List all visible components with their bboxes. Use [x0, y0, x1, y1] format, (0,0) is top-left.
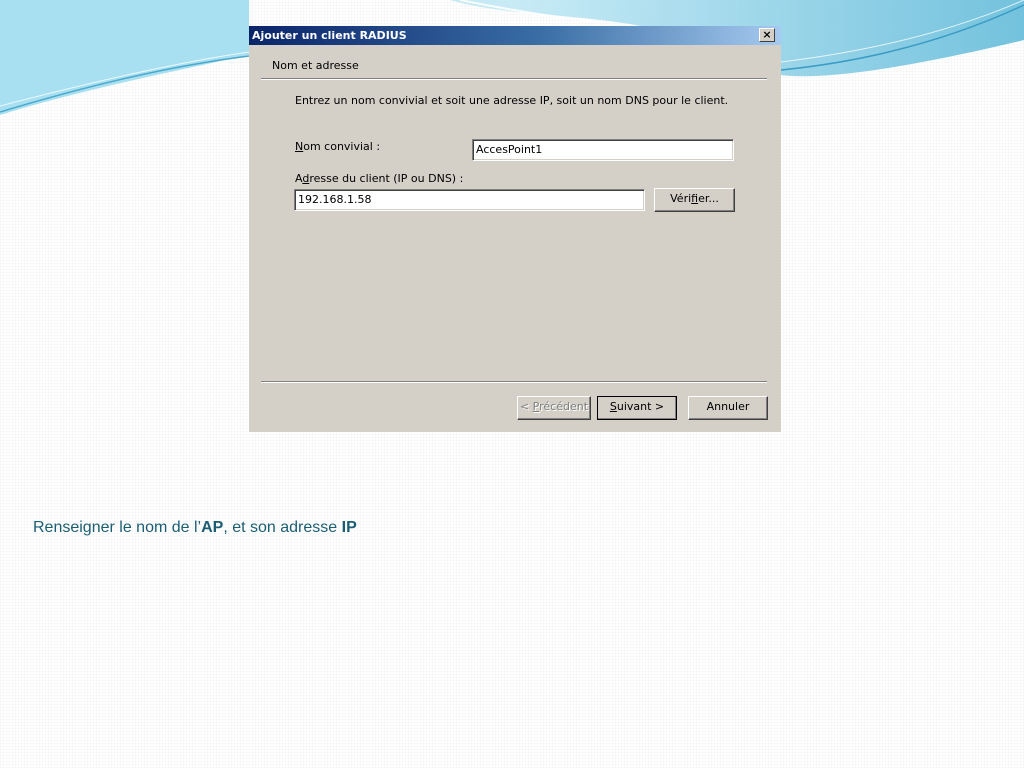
verify-button[interactable]: Vérifier... [654, 188, 735, 212]
next-button[interactable]: Suivant > [597, 396, 677, 420]
caption-ap: AP [201, 519, 224, 536]
next-mnemonic: S [609, 400, 617, 413]
section-title: Nom et adresse [272, 59, 359, 72]
cancel-button[interactable]: Annuler [688, 396, 768, 420]
dialog-titlebar[interactable]: Ajouter un client RADIUS × [249, 26, 781, 45]
footer-divider [261, 381, 767, 383]
header-divider [261, 78, 767, 80]
next-label-post: uivant > [616, 400, 665, 413]
instruction-text: Entrez un nom convivial et soit une adre… [295, 94, 729, 107]
verify-label-pre: Véri [670, 192, 692, 205]
caption-part2: , et son adresse [223, 519, 342, 536]
caption-ip: IP [341, 519, 357, 536]
client-address-label: Adresse du client (IP ou DNS) : [295, 172, 463, 185]
friendly-name-input[interactable]: AccesPoint1 [472, 139, 734, 161]
slide-caption: Renseigner le nom de l’AP, et son adress… [33, 519, 357, 537]
friendly-name-label-text: om convivial : [303, 140, 381, 153]
close-icon: × [762, 28, 772, 41]
dialog-title: Ajouter un client RADIUS [252, 29, 407, 42]
previous-label-pre: < [519, 400, 533, 413]
client-address-input[interactable]: 192.168.1.58 [294, 189, 645, 211]
client-address-label-text: resse du client (IP ou DNS) : [309, 172, 464, 185]
friendly-name-label: Nom convivial : [295, 140, 380, 153]
caption-part1: Renseigner le nom de l’ [33, 519, 202, 536]
friendly-name-mnemonic: N [295, 140, 304, 153]
previous-label-post: récédent [539, 400, 589, 413]
verify-label-post: ier... [698, 192, 719, 205]
add-radius-client-dialog: Ajouter un client RADIUS × Nom et adress… [249, 26, 781, 432]
close-button[interactable]: × [759, 28, 775, 42]
previous-button[interactable]: < Précédent [517, 396, 591, 420]
